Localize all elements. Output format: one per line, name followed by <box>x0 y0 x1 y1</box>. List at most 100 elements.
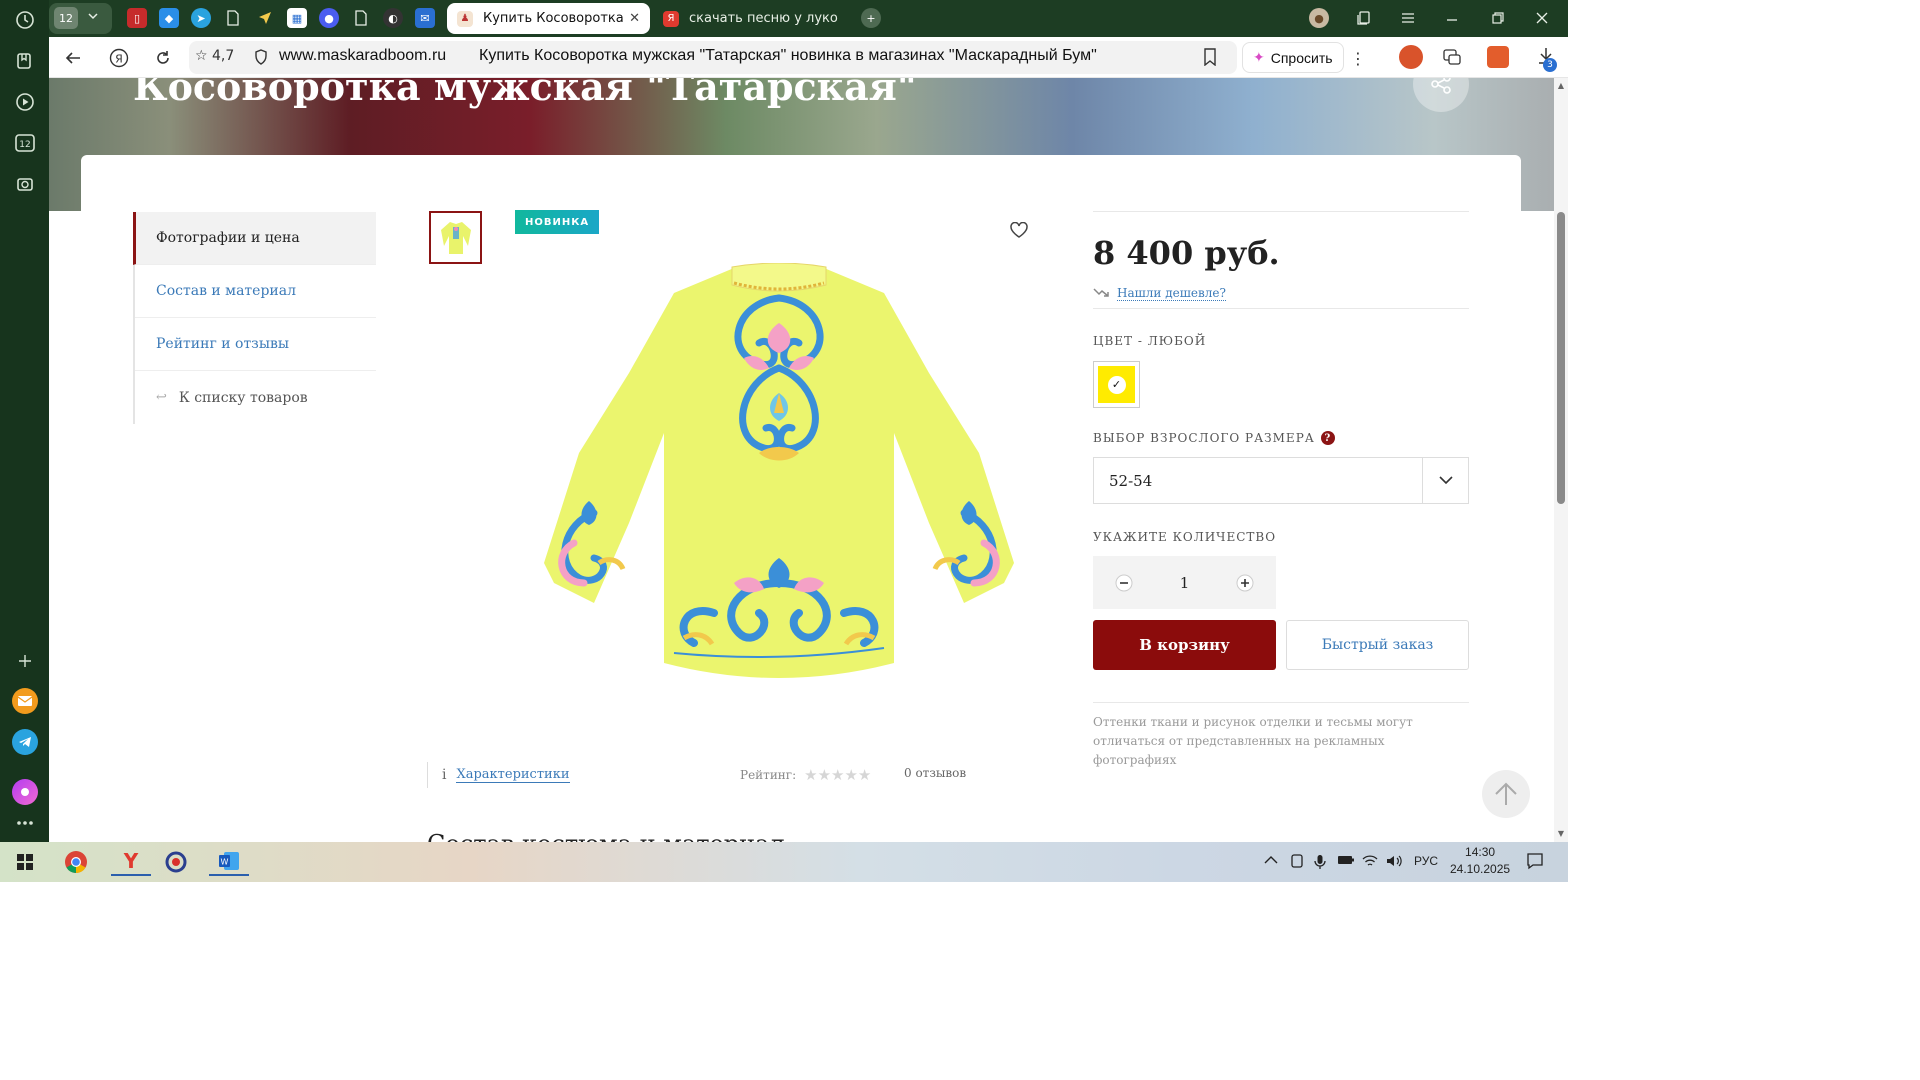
characteristics-label: Характеристики <box>456 767 570 783</box>
ask-ai-label: Спросить <box>1270 49 1333 66</box>
reviews-count[interactable]: 0 отзывов <box>904 766 966 780</box>
extension-1-icon[interactable] <box>1399 45 1423 69</box>
product-price: 8 400 руб. <box>1093 234 1280 272</box>
found-cheaper-label: Нашли дешевле? <box>1117 286 1226 301</box>
quick-order-button[interactable]: Быстрый заказ <box>1286 620 1469 670</box>
extension-translate-icon[interactable] <box>1442 47 1462 71</box>
tabs-12-icon[interactable]: 12 <box>12 130 38 156</box>
tab-pinned-mail-icon[interactable]: ✉ <box>415 8 435 28</box>
more-icon[interactable] <box>12 810 38 836</box>
hero-title: Косоворотка мужская "Татарская" <box>133 78 917 109</box>
input-language[interactable]: РУС <box>1414 854 1438 868</box>
tab-pinned-telegram-icon[interactable]: ➤ <box>191 8 211 28</box>
downloads-badge: 3 <box>1543 58 1557 72</box>
scroll-up-icon[interactable]: ▲ <box>1556 80 1566 90</box>
restore-icon[interactable] <box>1486 6 1510 30</box>
tab-pinned-image-icon[interactable]: ▦ <box>287 8 307 28</box>
tab-label: Купить Косоворотка м <box>483 11 624 26</box>
microphone-icon[interactable] <box>1314 854 1326 873</box>
windows-start-icon[interactable] <box>10 848 40 876</box>
nav-composition[interactable]: Состав и материал <box>135 265 376 318</box>
chrome-icon[interactable] <box>61 848 91 876</box>
close-window-icon[interactable] <box>1530 6 1554 30</box>
maskarad-favicon-icon: ♟ <box>457 10 473 27</box>
battery-icon[interactable] <box>1337 854 1355 869</box>
divider <box>1093 211 1469 212</box>
yandex-browser-icon[interactable]: Y <box>111 848 151 876</box>
extension-3-icon[interactable] <box>1487 46 1509 68</box>
nav-back-to-list[interactable]: ↩ К списку товаров <box>135 371 376 424</box>
tab-group[interactable]: 12 <box>49 3 112 34</box>
tray-chevron-icon[interactable] <box>1264 854 1278 868</box>
tab-pinned-document-icon[interactable] <box>223 8 243 28</box>
rating-stars[interactable]: ★★★★★ <box>804 766 871 784</box>
minimize-icon[interactable] <box>1440 6 1464 30</box>
video-icon[interactable] <box>12 89 38 115</box>
chevron-down-icon[interactable] <box>1422 458 1468 503</box>
tab-pinned-file-icon[interactable] <box>351 8 371 28</box>
yandex-logo-icon[interactable]: Я <box>106 45 132 71</box>
bookmarks-icon[interactable] <box>12 48 38 74</box>
site-rating-value: 4,7 <box>212 48 235 64</box>
alice-icon[interactable] <box>12 779 38 805</box>
return-arrow-icon: ↩ <box>156 390 167 405</box>
new-badge: НОВИНКА <box>515 210 600 234</box>
tab-pinned-circle-icon[interactable]: ◐ <box>383 8 403 28</box>
nav-rating[interactable]: Рейтинг и отзывы <box>135 318 376 371</box>
svg-text:Я: Я <box>115 53 123 66</box>
wifi-icon[interactable] <box>1362 854 1378 871</box>
tray-device-icon[interactable] <box>1290 854 1304 871</box>
quantity-value[interactable]: 1 <box>1180 574 1190 592</box>
more-vertical-icon[interactable]: ⋮ <box>1350 49 1366 68</box>
tab-pinned-navigation-icon[interactable] <box>255 8 275 28</box>
reload-icon[interactable] <box>150 45 176 71</box>
tab-active[interactable]: ♟ Купить Косоворотка м ✕ <box>447 3 650 34</box>
characteristics-link[interactable]: i Характеристики <box>427 762 570 788</box>
screenshot-icon[interactable] <box>12 171 38 197</box>
notifications-icon[interactable] <box>1526 852 1544 873</box>
menu-icon[interactable] <box>1396 6 1420 30</box>
app-c-icon[interactable] <box>161 848 191 876</box>
vertical-scrollbar[interactable]: ▲ ▼ <box>1554 78 1568 842</box>
new-tab-icon[interactable]: + <box>861 8 881 28</box>
help-question-icon[interactable]: ? <box>1320 431 1335 445</box>
bookmark-icon[interactable] <box>1203 48 1217 70</box>
found-cheaper-link[interactable]: Нашли дешевле? <box>1093 286 1226 301</box>
favorite-heart-icon[interactable] <box>1007 218 1031 242</box>
chevron-down-icon[interactable] <box>87 10 99 25</box>
color-disclaimer: Оттенки ткани и рисунок отделки и тесьмы… <box>1093 715 1413 767</box>
add-icon[interactable] <box>12 648 38 674</box>
history-icon[interactable] <box>12 7 38 33</box>
quantity-decrease-button[interactable] <box>1093 556 1155 609</box>
tab-pinned-shield-icon[interactable]: ◆ <box>159 8 179 28</box>
size-select[interactable]: 52-54 <box>1093 457 1469 504</box>
nav-photos-price[interactable]: Фотографии и цена <box>133 212 376 265</box>
back-arrow-icon[interactable] <box>60 45 86 71</box>
clock[interactable]: 14:30 24.10.2025 <box>1450 844 1510 878</box>
svg-text:12: 12 <box>19 140 30 150</box>
ask-ai-button[interactable]: ✦ Спросить <box>1242 42 1344 73</box>
close-tab-icon[interactable]: ✕ <box>629 11 640 26</box>
product-image[interactable] <box>534 263 1024 688</box>
shield-icon[interactable] <box>254 49 268 69</box>
share-icon[interactable] <box>1413 78 1469 112</box>
site-rating[interactable]: ☆ 4,7 <box>195 48 234 64</box>
scroll-to-top-button[interactable] <box>1482 770 1530 818</box>
gallery-thumbnail[interactable] <box>429 211 482 264</box>
tab-label: скачать песню у лукомор <box>689 11 839 26</box>
tab-inactive[interactable]: Я скачать песню у лукомор <box>653 3 849 34</box>
tab-group-count: 12 <box>54 7 78 29</box>
scroll-down-icon[interactable]: ▼ <box>1556 828 1566 838</box>
telegram-icon[interactable] <box>12 729 38 755</box>
add-to-cart-button[interactable]: В корзину <box>1093 620 1276 670</box>
word-icon[interactable]: W <box>209 848 249 876</box>
profile-avatar-icon[interactable]: ● <box>1309 8 1329 28</box>
tab-pinned-messenger-icon[interactable]: ● <box>319 8 339 28</box>
collections-icon[interactable] <box>1352 6 1376 30</box>
scrollbar-thumb[interactable] <box>1557 212 1565 504</box>
tab-pinned-book-icon[interactable]: ▯ <box>127 8 147 28</box>
volume-icon[interactable] <box>1386 854 1402 871</box>
quantity-increase-button[interactable] <box>1214 556 1276 609</box>
mail-icon[interactable] <box>12 688 38 714</box>
color-swatch-yellow[interactable]: ✓ <box>1093 361 1140 408</box>
